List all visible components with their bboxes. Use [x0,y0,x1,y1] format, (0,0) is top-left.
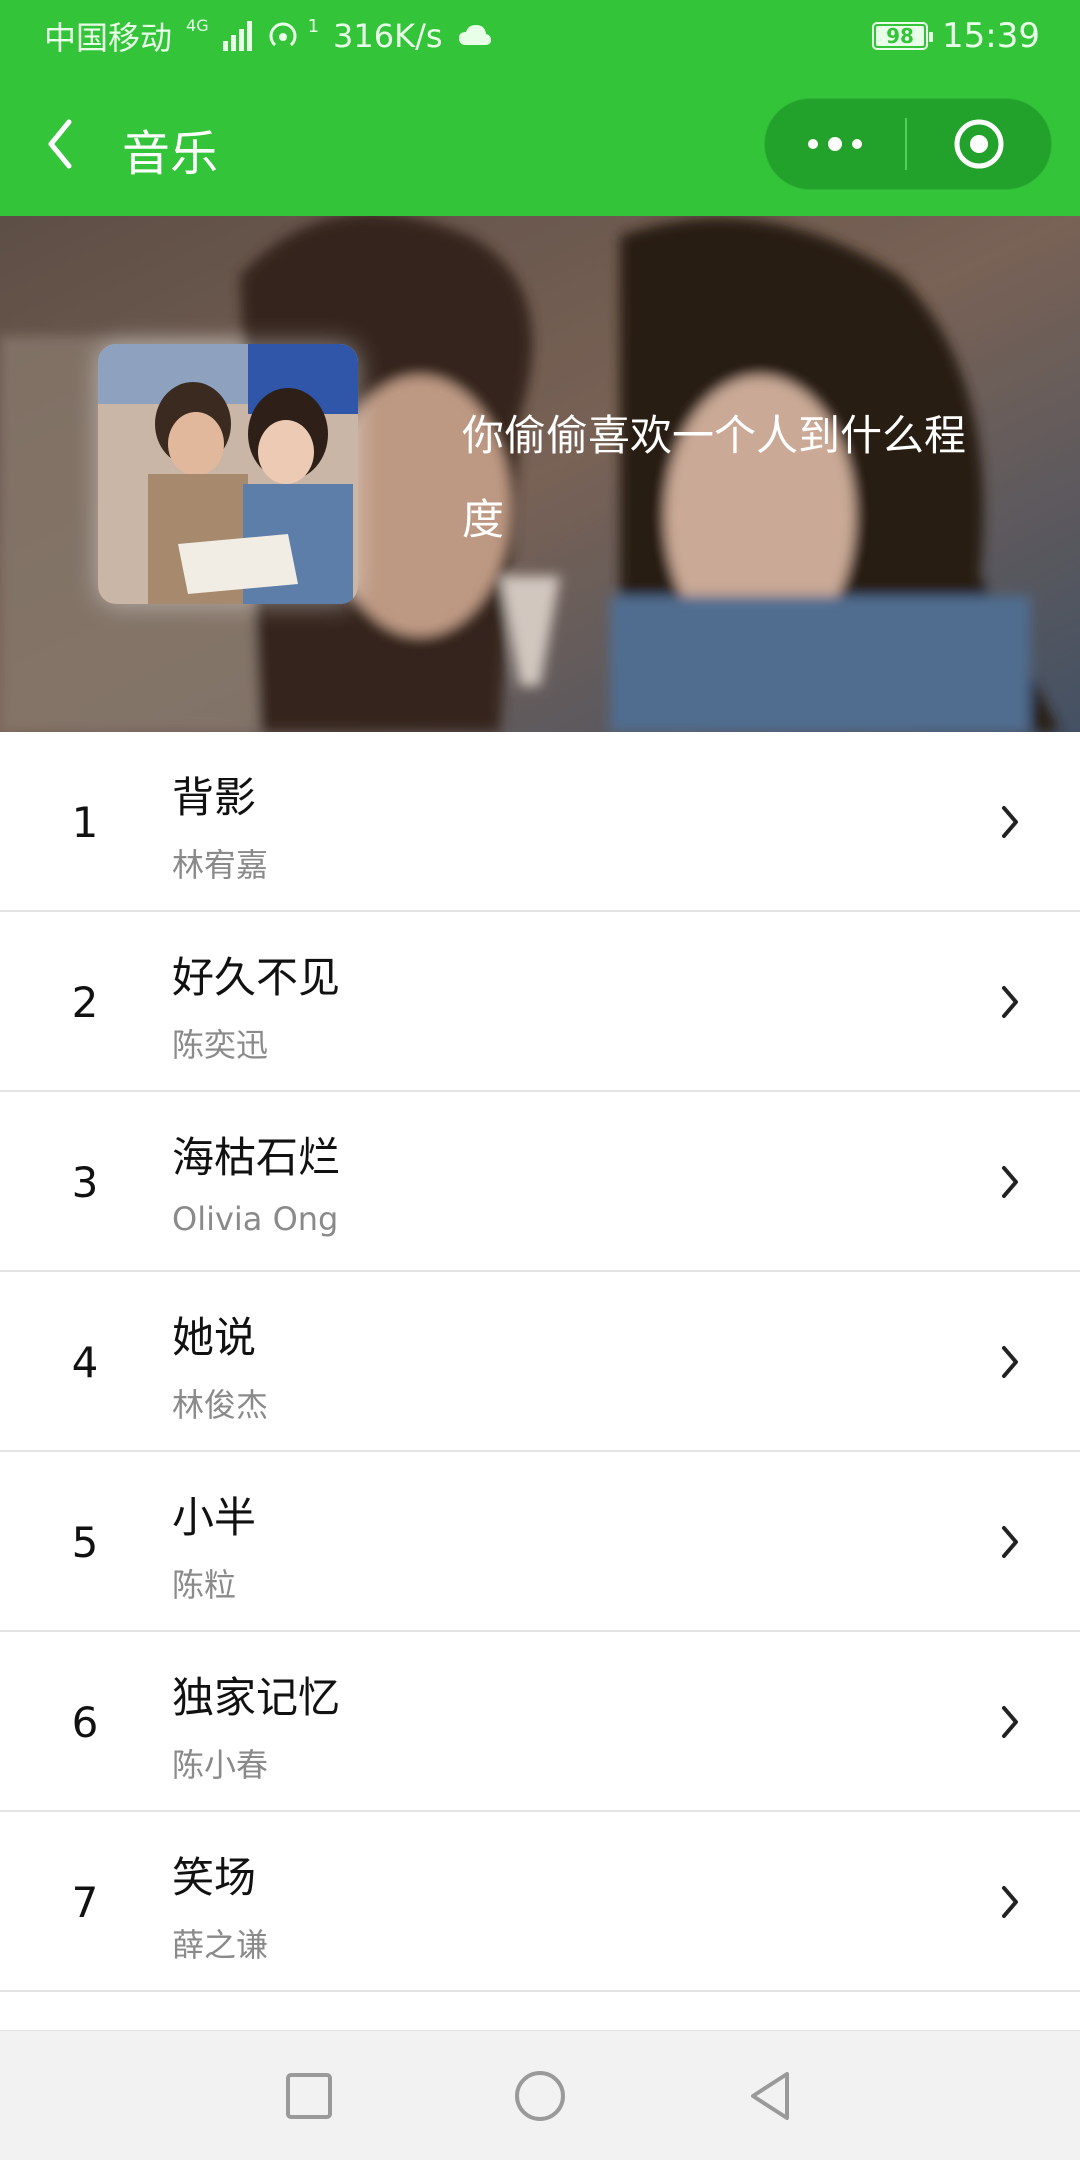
song-name: 笑场 [172,1853,257,1902]
network-type-label: 4G [186,16,209,35]
triangle-back-icon [751,2072,789,2120]
close-mini-program-button[interactable] [907,98,1051,190]
song-artist: 陈粒 [172,1566,237,1604]
song-name: 小半 [172,1493,257,1542]
hotspot-count-label: 1 [307,16,320,37]
back-button[interactable] [30,112,90,176]
song-row[interactable]: 5 小半 陈粒 [0,1452,1080,1632]
song-artist: 陈小春 [172,1746,269,1784]
cloud-icon [457,23,493,49]
song-name: 背影 [172,773,257,822]
status-left: 中国移动 4G 1 316K/s [44,16,493,57]
back-nav-button[interactable] [735,2061,805,2131]
song-row[interactable]: 6 独家记忆 陈小春 [0,1632,1080,1812]
song-index: 1 [71,797,99,847]
chevron-right-icon [990,1698,1030,1746]
chevron-right-icon [990,1878,1030,1926]
song-row[interactable]: 3 海枯石烂 Olivia Ong [0,1092,1080,1272]
hotspot-icon [266,19,304,53]
song-row[interactable]: 2 好久不见 陈奕迅 [0,912,1080,1092]
song-index: 4 [71,1337,99,1387]
status-right: 98 15:39 [872,16,1040,56]
more-dots-icon [808,137,862,151]
network-speed-label: 316K/s [333,17,443,55]
signal-icon [222,21,252,51]
battery-level: 98 [886,24,914,48]
more-button[interactable] [765,98,905,190]
square-icon [286,2073,332,2119]
mini-program-capsule [764,98,1052,190]
song-index: 5 [71,1517,99,1567]
song-artist: Olivia Ong [172,1200,339,1238]
system-navigation-bar [0,2030,1080,2160]
recents-button[interactable] [274,2061,344,2131]
chevron-right-icon [990,798,1030,846]
song-index: 6 [71,1697,99,1747]
song-artist: 陈奕迅 [172,1026,269,1064]
playlist-banner: 你偷偷喜欢一个人到什么程度 [0,216,1080,732]
song-row[interactable]: 1 背影 林宥嘉 [0,732,1080,912]
song-index: 7 [71,1877,99,1927]
chevron-left-icon [48,119,72,169]
target-circle-icon [954,119,1004,169]
song-artist: 林俊杰 [172,1386,269,1424]
page-title: 音乐 [122,126,219,182]
chevron-right-icon [990,1518,1030,1566]
song-artist: 薛之谦 [172,1926,269,1964]
song-row[interactable]: 4 她说 林俊杰 [0,1272,1080,1452]
chevron-right-icon [990,978,1030,1026]
song-name: 她说 [172,1313,257,1362]
clock: 15:39 [942,16,1040,56]
chevron-right-icon [990,1338,1030,1386]
home-button[interactable] [505,2061,575,2131]
song-artist: 林宥嘉 [172,846,269,884]
song-name: 独家记忆 [172,1673,341,1722]
song-list: 1 背影 林宥嘉 2 好久不见 陈奕迅 3 海枯石烂 Olivia Ong 4 … [0,732,1080,1992]
song-name: 好久不见 [172,953,341,1002]
chevron-right-icon [990,1158,1030,1206]
song-index: 2 [71,977,99,1027]
song-row[interactable]: 7 笑场 薛之谦 [0,1812,1080,1992]
playlist-title: 你偷偷喜欢一个人到什么程度 [462,411,967,544]
song-index: 3 [71,1157,99,1207]
battery-icon: 98 [872,22,934,50]
navigation-bar: 音乐 [0,72,1080,216]
playlist-cover-image [98,344,358,604]
status-bar: 中国移动 4G 1 316K/s 98 15:39 [0,0,1080,72]
song-name: 海枯石烂 [172,1133,341,1182]
circle-icon [515,2071,565,2121]
carrier-label: 中国移动 [44,19,173,57]
